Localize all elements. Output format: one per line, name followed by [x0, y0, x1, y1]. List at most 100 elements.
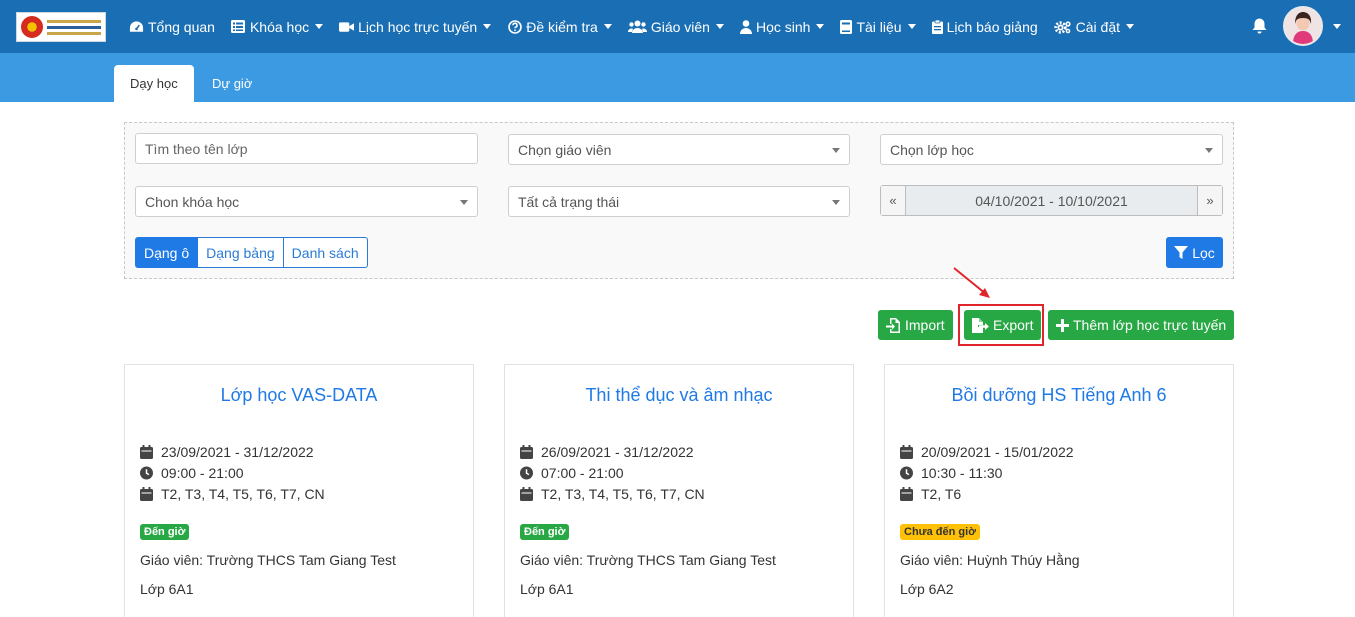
days-row: T2, T3, T4, T5, T6, T7, CN: [140, 486, 325, 502]
date-next-button[interactable]: »: [1197, 186, 1222, 215]
tab-teaching[interactable]: Dạy học: [114, 65, 194, 102]
filter-icon: [1174, 245, 1189, 259]
nav-item-teachers[interactable]: Giáo viên: [627, 18, 724, 35]
class-card[interactable]: Thi thể dục và âm nhạc 26/09/2021 - 31/1…: [504, 364, 854, 617]
date-range-picker: « 04/10/2021 - 10/10/2021 »: [880, 185, 1223, 216]
calendar-icon: [900, 487, 913, 501]
nav-item-label: Giáo viên: [650, 18, 710, 35]
clipboard-icon: [931, 19, 943, 34]
nav-item-tests[interactable]: Đề kiểm tra: [507, 19, 612, 35]
teacher-text: Giáo viên: Trường THCS Tam Giang Test: [140, 552, 396, 568]
course-select[interactable]: Chon khóa học: [135, 186, 478, 217]
days-text: T2, T3, T4, T5, T6, T7, CN: [161, 486, 325, 502]
class-card-title[interactable]: Thi thể dục và âm nhạc: [505, 385, 853, 406]
dropdown-arrow-icon: [460, 200, 468, 205]
teacher-select[interactable]: Chọn giáo viên: [508, 134, 850, 165]
class-select-value: Chọn lớp học: [890, 141, 974, 158]
nav-item-documents[interactable]: Tài liệu: [840, 19, 916, 35]
add-online-class-label: Thêm lớp học trực tuyến: [1073, 317, 1227, 333]
add-online-class-button[interactable]: Thêm lớp học trực tuyến: [1048, 310, 1235, 340]
class-select[interactable]: Chọn lớp học: [880, 134, 1223, 165]
nav-item-label: Học sinh: [755, 18, 811, 35]
nav-item-settings[interactable]: Cài đặt: [1053, 18, 1135, 35]
tab-observing[interactable]: Dự giờ: [196, 65, 268, 102]
class-card-title[interactable]: Lớp học VAS-DATA: [125, 385, 473, 406]
class-card[interactable]: Lớp học VAS-DATA 23/09/2021 - 31/12/2022…: [124, 364, 474, 617]
date-row: 20/09/2021 - 15/01/2022: [900, 444, 1074, 460]
days-row: T2, T3, T4, T5, T6, T7, CN: [520, 486, 705, 502]
nav-item-label: Đề kiểm tra: [526, 18, 598, 35]
nav-item-online-schedule[interactable]: Lịch học trực tuyến: [339, 18, 492, 35]
calendar-icon: [520, 445, 533, 459]
view-table-button[interactable]: Dạng bảng: [198, 237, 284, 268]
date-row: 23/09/2021 - 31/12/2022: [140, 444, 314, 460]
clock-icon: [900, 466, 913, 480]
school-logo[interactable]: [16, 12, 106, 42]
clock-icon: [520, 466, 533, 480]
days-text: T2, T6: [921, 486, 962, 502]
status-badge: Chưa đến giờ: [900, 524, 981, 540]
nav-item-overview[interactable]: Tổng quan: [129, 19, 215, 35]
date-range-text: 26/09/2021 - 31/12/2022: [541, 444, 694, 460]
file-import-icon: [886, 317, 900, 333]
chevron-down-icon: [907, 24, 916, 29]
dropdown-arrow-icon: [832, 200, 840, 205]
class-card[interactable]: Bồi dưỡng HS Tiếng Anh 6 20/09/2021 - 15…: [884, 364, 1234, 617]
video-camera-icon: [339, 20, 355, 34]
dashboard-icon: [129, 20, 144, 34]
annotation-arrow-icon: [953, 267, 990, 298]
bell-icon[interactable]: [1251, 17, 1268, 35]
status-badge: Đến giờ: [140, 524, 190, 540]
time-row: 07:00 - 21:00: [520, 465, 624, 481]
time-text: 07:00 - 21:00: [541, 465, 624, 481]
nav-item-label: Cài đặt: [1075, 18, 1121, 35]
course-select-value: Chon khóa học: [145, 193, 240, 210]
clock-icon: [140, 466, 153, 480]
teacher-text: Giáo viên: Huỳnh Thúy Hằng: [900, 552, 1080, 568]
time-text: 10:30 - 11:30: [921, 465, 1003, 481]
chevron-down-icon: [603, 24, 612, 29]
calendar-icon: [900, 445, 913, 459]
import-button-label: Import: [905, 317, 945, 333]
calendar-icon: [140, 445, 153, 459]
main-nav: Tổng quan Khóa học Lịch học trực tuyến Đ…: [129, 0, 1150, 53]
view-grid-button[interactable]: Dạng ô: [135, 237, 199, 268]
national-emblem-icon: [21, 16, 43, 38]
class-search-field[interactable]: [135, 133, 478, 164]
chevron-down-icon: [715, 24, 724, 29]
chevron-down-icon[interactable]: [1333, 24, 1341, 29]
nav-item-label: Lịch học trực tuyến: [358, 18, 478, 35]
nav-item-students[interactable]: Học sinh: [739, 18, 825, 35]
class-card-title[interactable]: Bồi dưỡng HS Tiếng Anh 6: [885, 385, 1233, 406]
teacher-text: Giáo viên: Trường THCS Tam Giang Test: [520, 552, 776, 568]
chevron-down-icon: [315, 24, 324, 29]
view-list-button[interactable]: Danh sách: [283, 237, 368, 268]
sub-tab-bar: Dạy học Dự giờ: [0, 53, 1355, 102]
date-range-text: 23/09/2021 - 31/12/2022: [161, 444, 314, 460]
plus-icon: [1056, 318, 1069, 332]
filter-button[interactable]: Lọc: [1166, 237, 1223, 268]
user-icon: [739, 19, 752, 34]
days-row: T2, T6: [900, 486, 961, 502]
date-range-value[interactable]: 04/10/2021 - 10/10/2021: [906, 186, 1197, 215]
class-search-input[interactable]: [145, 140, 468, 157]
nav-item-label: Lịch báo giảng: [946, 18, 1038, 35]
nav-item-courses[interactable]: Khóa học: [231, 19, 324, 35]
export-highlight-box: [958, 304, 1044, 346]
filter-button-label: Lọc: [1192, 244, 1215, 261]
time-text: 09:00 - 21:00: [161, 465, 244, 481]
users-icon: [627, 20, 647, 34]
days-text: T2, T3, T4, T5, T6, T7, CN: [541, 486, 705, 502]
date-prev-button[interactable]: «: [881, 186, 906, 215]
date-range-text: 20/09/2021 - 15/01/2022: [921, 444, 1074, 460]
avatar[interactable]: [1283, 6, 1323, 46]
nav-item-lesson-report[interactable]: Lịch báo giảng: [931, 18, 1038, 35]
question-circle-icon: [507, 19, 522, 34]
dropdown-arrow-icon: [832, 148, 840, 153]
class-name-text: Lớp 6A2: [900, 581, 954, 597]
import-button[interactable]: Import: [878, 310, 953, 340]
status-select[interactable]: Tất cả trạng thái: [508, 186, 850, 217]
list-icon: [231, 20, 246, 34]
cogs-icon: [1053, 20, 1072, 34]
time-row: 10:30 - 11:30: [900, 465, 1002, 481]
